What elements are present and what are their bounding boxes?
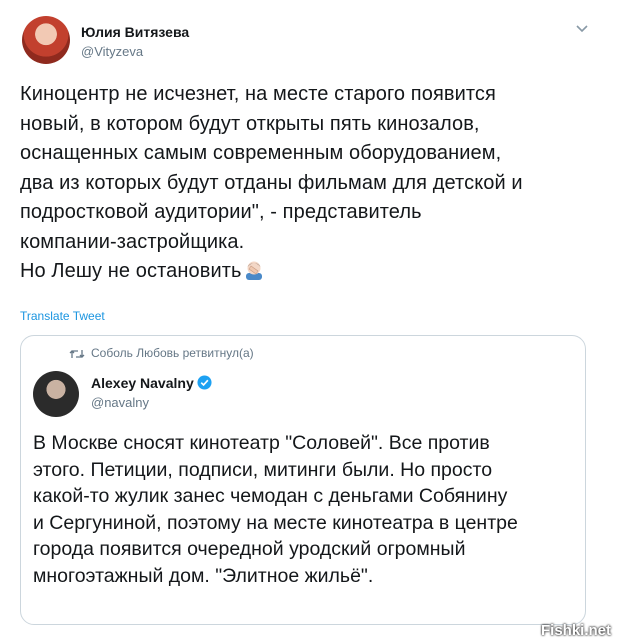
retweet-icon xyxy=(69,350,85,358)
author-name[interactable]: Юлия Витязева xyxy=(81,24,189,40)
quoted-line: этого. Петиции, подписи, митинги были. Н… xyxy=(33,458,493,481)
quoted-line: и Сергуниной, поэтому на месте кинотеатр… xyxy=(33,511,518,534)
tweet-line: Но Лешу не остановить xyxy=(20,260,242,282)
tweet-line: новый, в котором будут открыты пять кино… xyxy=(20,112,480,135)
author-avatar[interactable] xyxy=(22,16,70,64)
tweet-card: Юлия Витязева @Vityzeva Киноцентр не исч… xyxy=(0,0,617,641)
chevron-down-icon[interactable] xyxy=(575,24,589,34)
tweet-line: два из которых будут отданы фильмам для … xyxy=(20,171,523,194)
quoted-line: какой-то жулик занес чемодан с деньгами … xyxy=(33,485,508,507)
retweet-context: Соболь Любовь ретвитнул(а) xyxy=(91,346,254,360)
watermark: Fishki.net xyxy=(540,622,611,639)
tweet-line: компании-застройщика. xyxy=(20,230,245,253)
quoted-tweet[interactable]: Соболь Любовь ретвитнул(а) Alexey Navaln… xyxy=(20,335,586,625)
tweet-line-last: Но Лешу не остановить xyxy=(20,257,605,287)
tweet-line: подростковой аудитории", - представитель xyxy=(20,201,422,223)
quoted-tweet-text: В Москве сносят кинотеатр "Соловей". Все… xyxy=(33,430,583,589)
author-handle[interactable]: @Vityzeva xyxy=(81,44,143,59)
quoted-author-handle[interactable]: @navalny xyxy=(91,395,149,410)
tweet-line: оснащенных самым современным оборудовани… xyxy=(20,142,502,164)
quoted-line: города появится очередной уродский огром… xyxy=(33,538,466,560)
verified-badge-icon xyxy=(197,375,212,390)
quoted-line: многоэтажный дом. "Элитное жильё". xyxy=(33,564,374,587)
quoted-author-name-row[interactable]: Alexey Navalny xyxy=(91,375,212,391)
tweet-text: Киноцентр не исчезнет, на месте старого … xyxy=(20,80,605,287)
quoted-line: В Москве сносят кинотеатр "Соловей". Все… xyxy=(33,432,490,454)
quoted-author-avatar[interactable] xyxy=(33,371,79,417)
tweet-line: Киноцентр не исчезнет, на месте старого … xyxy=(20,83,496,105)
facepalm-emoji-icon xyxy=(245,261,262,280)
translate-tweet-link[interactable]: Translate Tweet xyxy=(20,309,105,323)
quoted-author-name[interactable]: Alexey Navalny xyxy=(91,375,194,391)
